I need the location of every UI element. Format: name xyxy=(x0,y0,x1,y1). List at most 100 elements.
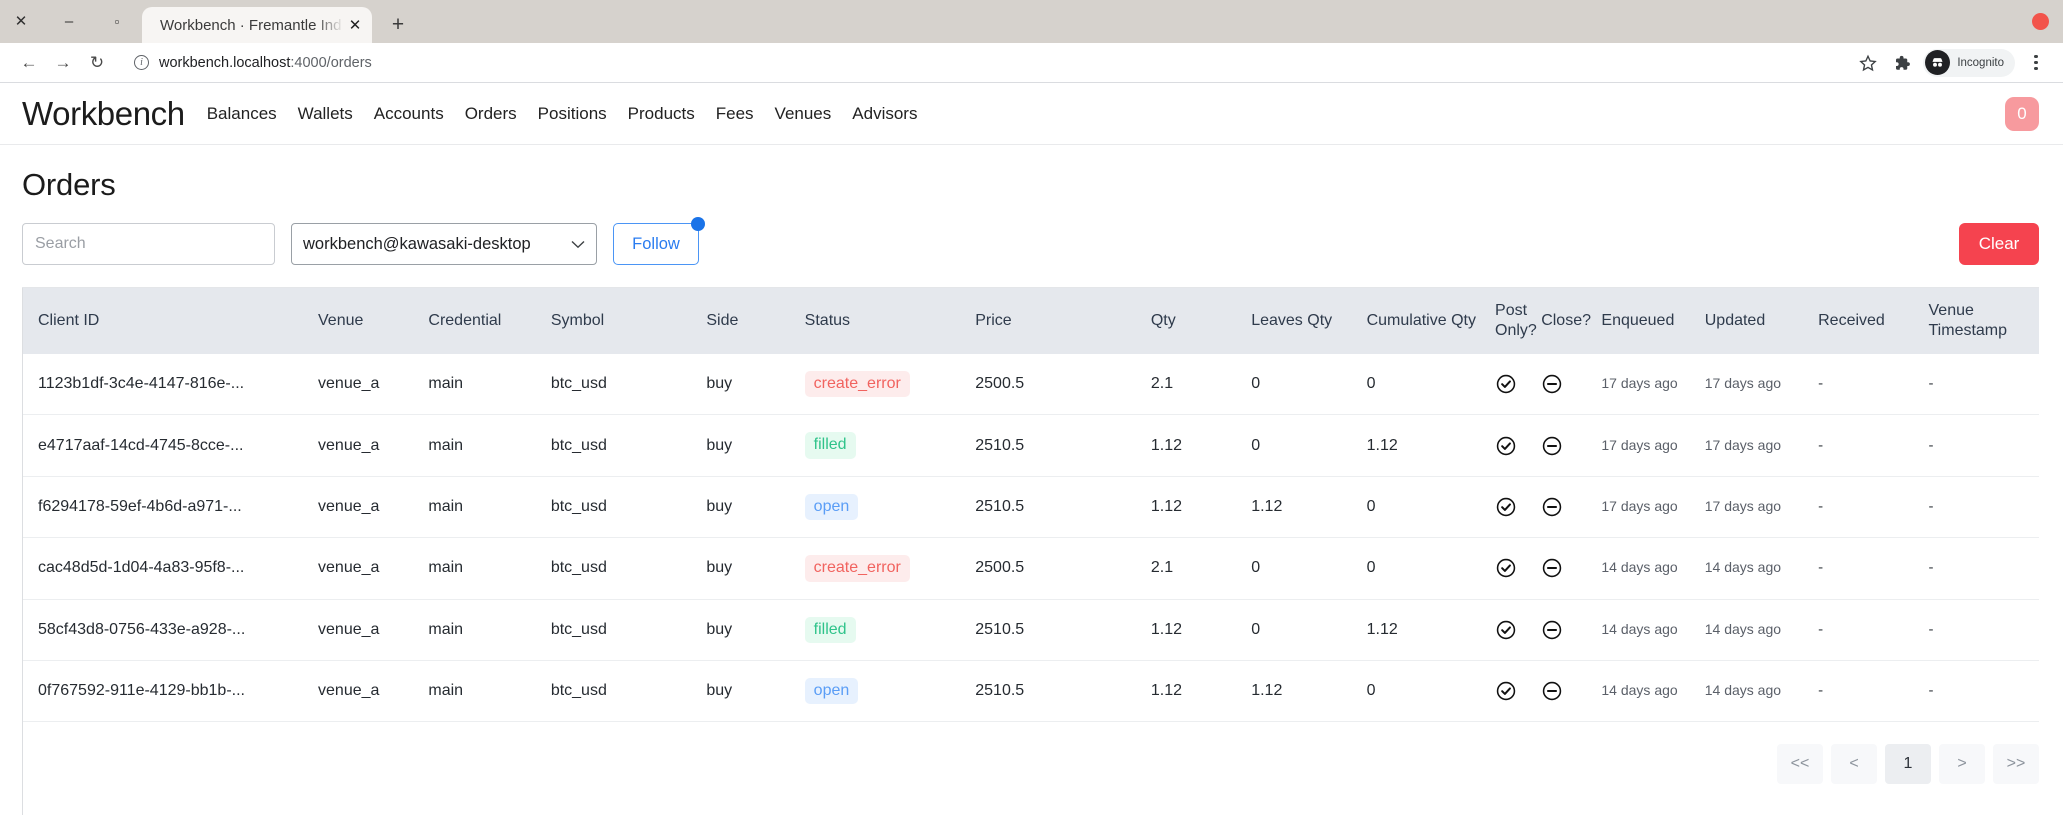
col-header-credential[interactable]: Credential xyxy=(428,288,550,354)
status-badge: open xyxy=(804,493,859,521)
nav-item-positions[interactable]: Positions xyxy=(538,104,607,124)
cell-leaves-qty: 1.12 xyxy=(1251,660,1367,723)
col-header-price[interactable]: Price xyxy=(975,288,1151,354)
col-header-leaves-qty[interactable]: Leaves Qty xyxy=(1251,288,1366,354)
browser-tab-strip: ✕ – ▫ Workbench · Fremantle Ind ✕ + xyxy=(0,0,2063,43)
cell-venue: venue_a xyxy=(318,414,429,477)
tab-close-icon[interactable]: ✕ xyxy=(346,16,364,34)
cell-price: 2510.5 xyxy=(975,660,1151,723)
clear-button[interactable]: Clear xyxy=(1959,223,2039,265)
browser-toolbar: ← → ↻ i workbench.localhost:4000/orders … xyxy=(0,43,2063,83)
cell-updated: 17 days ago xyxy=(1704,476,1819,539)
pagination-first-button[interactable]: << xyxy=(1777,744,1823,785)
account-select[interactable]: workbench@kawasaki-desktop xyxy=(291,223,597,265)
incognito-indicator[interactable]: Incognito xyxy=(1923,48,2015,77)
table-row[interactable]: f6294178-59ef-4b6d-a971-... venue_a main bt… xyxy=(22,476,2039,539)
cell-updated: 17 days ago xyxy=(1704,414,1819,477)
cell-symbol: btc_usd xyxy=(550,660,707,723)
extensions-puzzle-icon[interactable] xyxy=(1887,48,1917,78)
table-row[interactable]: 1123b1df-3c4e-4147-816e-... venue_a main bt… xyxy=(22,354,2039,416)
app-brand[interactable]: Workbench xyxy=(22,95,185,133)
page-viewport: Workbench Balances Wallets Accounts Orde… xyxy=(0,83,2063,815)
col-header-updated[interactable]: Updated xyxy=(1705,288,1818,354)
pagination-page-1-button[interactable]: 1 xyxy=(1885,744,1931,785)
nav-item-venues[interactable]: Venues xyxy=(775,104,832,124)
pagination-last-button[interactable]: >> xyxy=(1993,744,2039,785)
cell-price: 2500.5 xyxy=(975,354,1151,416)
cell-venue-timestamp: - xyxy=(1928,599,2039,661)
col-header-client-id[interactable]: Client ID xyxy=(22,288,318,354)
col-header-venue[interactable]: Venue xyxy=(318,288,428,354)
browser-tab[interactable]: Workbench · Fremantle Ind ✕ xyxy=(142,7,372,43)
nav-item-balances[interactable]: Balances xyxy=(207,104,277,124)
col-header-status[interactable]: Status xyxy=(805,288,976,354)
pagination-prev-button[interactable]: < xyxy=(1831,744,1877,785)
address-bar[interactable]: i workbench.localhost:4000/orders xyxy=(122,48,1846,77)
cell-updated: 14 days ago xyxy=(1704,599,1819,661)
cell-side: buy xyxy=(706,414,805,477)
site-info-icon[interactable]: i xyxy=(134,55,149,70)
col-header-venue-timestamp[interactable]: Venue Timestamp xyxy=(1929,288,2040,354)
pagination-next-button[interactable]: > xyxy=(1939,744,1985,785)
table-header-row: Client ID Venue Credential Symbol Side S… xyxy=(22,288,2039,354)
cell-venue: venue_a xyxy=(318,537,429,600)
window-close-icon[interactable]: ✕ xyxy=(8,9,34,35)
nav-item-orders[interactable]: Orders xyxy=(465,104,517,124)
cell-client-id: 0f767592-911e-4129-bb1b-... xyxy=(22,660,319,723)
search-input[interactable] xyxy=(22,223,275,265)
cell-credential: main xyxy=(428,354,551,416)
minus-circle-icon xyxy=(1541,373,1601,395)
notification-count-badge[interactable]: 0 xyxy=(2005,96,2039,131)
chevron-down-icon xyxy=(571,237,585,252)
table-row[interactable]: 0f767592-911e-4129-bb1b-... venue_a main bt… xyxy=(22,660,2039,723)
table-row[interactable]: cac48d5d-1d04-4a83-95f8-... venue_a main bt… xyxy=(22,537,2039,600)
col-header-side[interactable]: Side xyxy=(706,288,804,354)
bookmark-star-icon[interactable] xyxy=(1853,48,1883,78)
window-maximize-icon[interactable]: ▫ xyxy=(104,9,130,35)
reload-icon[interactable]: ↻ xyxy=(80,46,114,80)
window-minimize-icon[interactable]: – xyxy=(56,9,82,35)
follow-button[interactable]: Follow xyxy=(613,223,699,265)
cell-enqueued: 14 days ago xyxy=(1601,599,1705,661)
window-close-dot-icon[interactable] xyxy=(2032,13,2049,30)
cell-qty: 1.12 xyxy=(1150,660,1252,723)
col-header-received[interactable]: Received xyxy=(1818,288,1928,354)
table-row[interactable]: 58cf43d8-0756-433e-a928-... venue_a main bt… xyxy=(22,599,2039,661)
cell-side: buy xyxy=(706,354,805,416)
nav-item-advisors[interactable]: Advisors xyxy=(852,104,917,124)
app-nav-links: Balances Wallets Accounts Orders Positio… xyxy=(207,104,918,124)
cell-enqueued: 14 days ago xyxy=(1601,660,1705,723)
cell-credential: main xyxy=(428,476,551,539)
check-circle-icon xyxy=(1495,373,1541,395)
nav-item-products[interactable]: Products xyxy=(628,104,695,124)
nav-item-wallets[interactable]: Wallets xyxy=(298,104,353,124)
cell-enqueued: 17 days ago xyxy=(1601,476,1705,539)
cell-cumulative-qty: 0 xyxy=(1366,354,1496,416)
table-left-rail xyxy=(22,288,23,815)
minus-circle-icon xyxy=(1541,435,1601,457)
cell-qty: 1.12 xyxy=(1150,599,1252,661)
nav-item-fees[interactable]: Fees xyxy=(716,104,754,124)
col-header-enqueued[interactable]: Enqueued xyxy=(1601,288,1704,354)
col-header-qty[interactable]: Qty xyxy=(1151,288,1251,354)
back-icon[interactable]: ← xyxy=(12,46,46,80)
cell-venue-timestamp: - xyxy=(1928,414,2039,477)
forward-icon[interactable]: → xyxy=(46,46,80,80)
cell-status: filled xyxy=(804,414,976,477)
cell-post-only xyxy=(1495,660,1542,723)
browser-window: ✕ – ▫ Workbench · Fremantle Ind ✕ + ← → … xyxy=(0,0,2063,815)
new-tab-button[interactable]: + xyxy=(378,7,418,43)
col-header-cumulative-qty[interactable]: Cumulative Qty xyxy=(1367,288,1495,354)
cell-received: - xyxy=(1818,537,1929,600)
browser-menu-icon[interactable] xyxy=(2021,48,2051,78)
table-row[interactable]: e4717aaf-14cd-4745-8cce-... venue_a main bt… xyxy=(22,414,2039,477)
col-header-post-only[interactable]: Post Only? xyxy=(1495,288,1541,354)
cell-symbol: btc_usd xyxy=(550,354,707,416)
col-header-close[interactable]: Close? xyxy=(1541,288,1601,354)
cell-status: open xyxy=(804,660,976,723)
pagination: << < 1 > >> xyxy=(22,722,2039,785)
nav-item-accounts[interactable]: Accounts xyxy=(374,104,444,124)
check-circle-icon xyxy=(1495,680,1541,702)
col-header-symbol[interactable]: Symbol xyxy=(551,288,707,354)
window-controls: ✕ – ▫ xyxy=(0,0,130,43)
